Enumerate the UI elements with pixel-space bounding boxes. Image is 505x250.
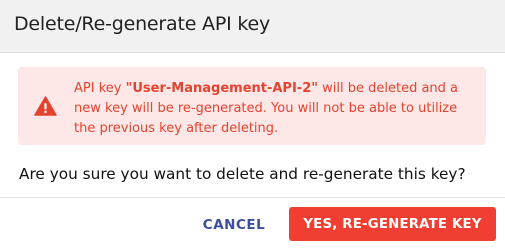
confirm-regenerate-button[interactable]: YES, RE-GENERATE KEY xyxy=(289,207,496,241)
delete-regenerate-dialog: Delete/Re-generate API key API key "User… xyxy=(0,0,505,250)
dialog-title: Delete/Re-generate API key xyxy=(14,13,270,35)
alert-text-prefix: API key xyxy=(74,81,126,96)
warning-icon xyxy=(34,96,57,116)
alert-message: API key "User-Management-API-2" will be … xyxy=(74,79,476,139)
dialog-header: Delete/Re-generate API key xyxy=(0,0,505,53)
footer-divider xyxy=(0,197,505,198)
warning-alert: API key "User-Management-API-2" will be … xyxy=(18,67,486,145)
confirmation-question: Are you sure you want to delete and re-g… xyxy=(19,165,466,183)
cancel-button[interactable]: CANCEL xyxy=(198,208,270,242)
api-key-name: "User-Management-API-2" xyxy=(125,81,319,96)
